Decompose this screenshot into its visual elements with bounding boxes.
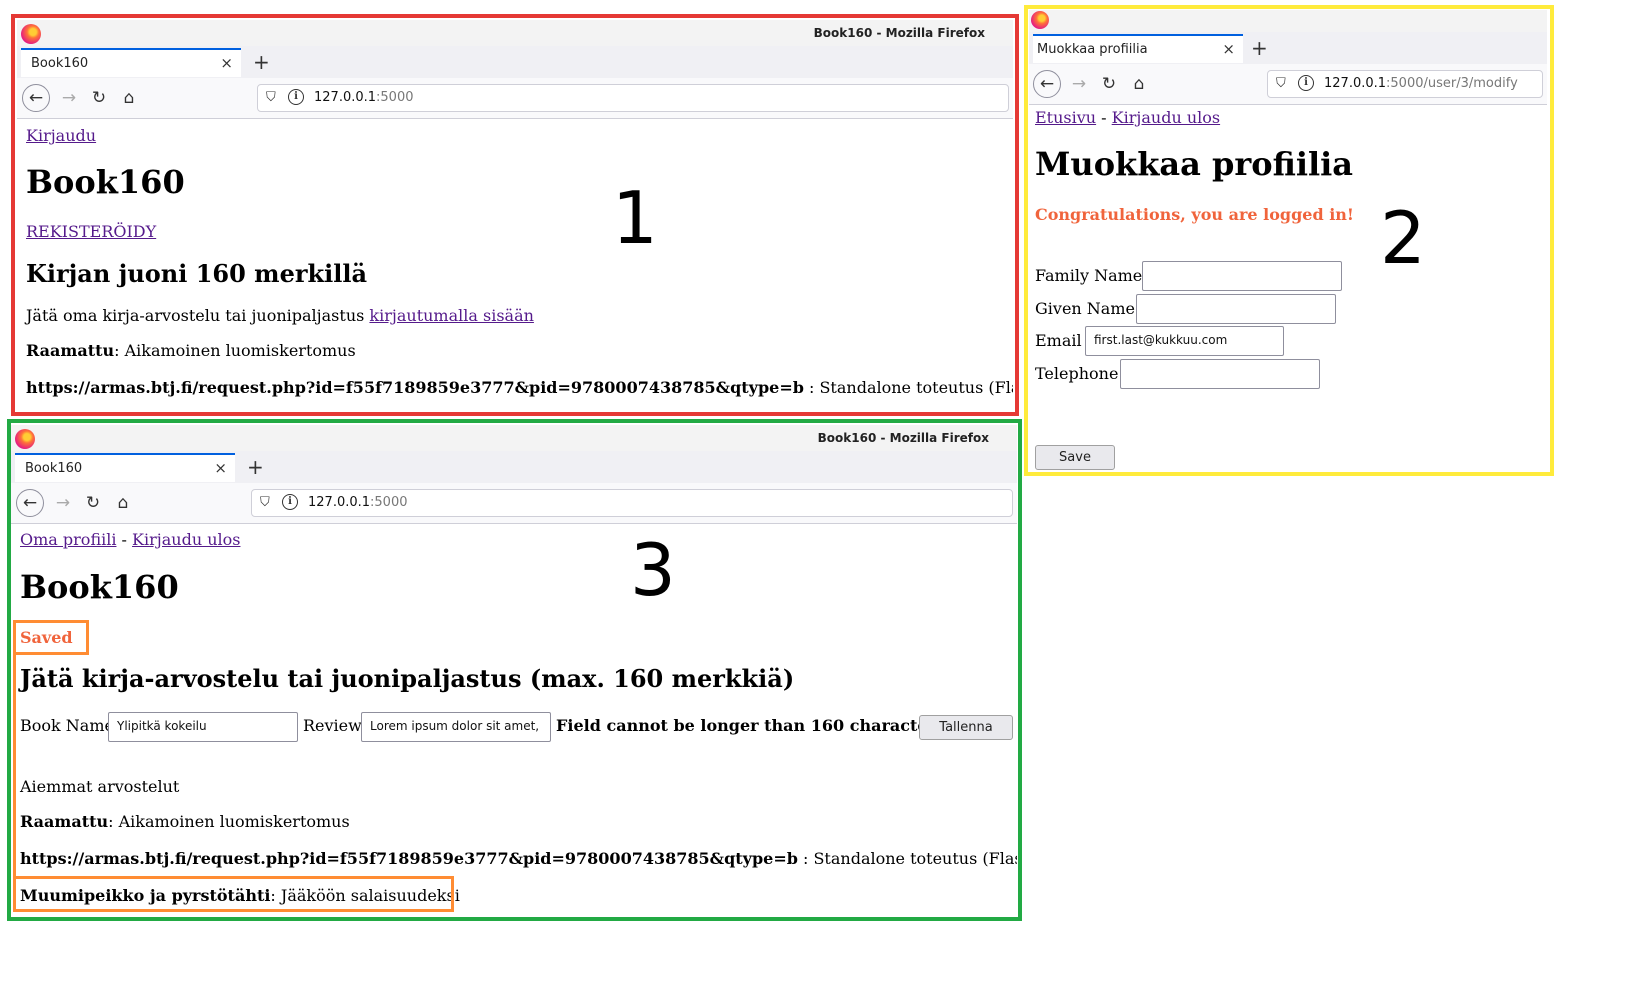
page-content: Kirjaudu Book160 REKISTERÖIDY Kirjan juo… — [17, 119, 1013, 412]
tab-label: Book160 — [31, 56, 89, 71]
home-icon[interactable]: ⌂ — [1125, 70, 1153, 98]
family-name-input[interactable] — [1142, 261, 1342, 291]
tab-book160[interactable]: Book160 × — [21, 48, 241, 77]
panel-1-browser-window: Book160 - Mozilla Firefox Book160 × + ← … — [17, 20, 1013, 412]
titlebar — [1029, 10, 1547, 32]
email-input[interactable]: first.last@kukkuu.com — [1085, 326, 1284, 356]
profile-link[interactable]: Oma profiili — [20, 530, 116, 549]
home-icon[interactable]: ⌂ — [115, 84, 143, 112]
nav-toolbar: ← → ↻ ⌂ ⛉ i 127.0.0.1:5000/user/3/modify — [1029, 64, 1547, 105]
home-link[interactable]: Etusivu — [1035, 108, 1096, 127]
shield-icon: ⛉ — [1276, 76, 1286, 91]
panel-number-1: 1 — [612, 176, 658, 260]
login-link[interactable]: Kirjaudu — [26, 126, 96, 145]
review-item: https://armas.btj.fi/request.php?id=f55f… — [26, 378, 1013, 397]
book-name-label: Book Name — [20, 716, 114, 735]
window-title: Book160 - Mozilla Firefox — [817, 431, 989, 445]
logout-link[interactable]: Kirjaudu ulos — [132, 530, 240, 549]
book-name-input[interactable]: Ylipitkä kokeilu — [108, 712, 298, 742]
back-arrow-icon[interactable]: ← — [22, 84, 50, 112]
titlebar: Book160 - Mozilla Firefox — [11, 425, 1017, 451]
panel-number-3: 3 — [630, 528, 676, 612]
new-tab-icon[interactable]: + — [1251, 36, 1268, 60]
tab-strip: Muokkaa profiilia × + — [1029, 32, 1547, 65]
highlight-box-form — [13, 652, 16, 878]
page-content: Etusivu - Kirjaudu ulos Muokkaa profiili… — [1029, 105, 1547, 471]
info-icon[interactable]: i — [288, 89, 304, 105]
tab-book160[interactable]: Book160 × — [15, 453, 235, 482]
close-tab-icon[interactable]: × — [1222, 40, 1235, 58]
field-error-message: Field cannot be longer than 160 characte… — [556, 716, 951, 735]
page-title: Muokkaa profiilia — [1035, 145, 1354, 183]
panel-2-browser-window: Muokkaa profiilia × + ← → ↻ ⌂ ⛉ i 127.0.… — [1029, 10, 1547, 471]
close-tab-icon[interactable]: × — [220, 54, 233, 72]
new-tab-icon[interactable]: + — [253, 50, 270, 74]
telephone-input[interactable] — [1120, 359, 1320, 389]
given-name-input[interactable] — [1136, 294, 1336, 324]
highlight-box-new-review — [13, 876, 454, 912]
tab-strip: Book160 × + — [11, 451, 1017, 484]
close-tab-icon[interactable]: × — [214, 459, 227, 477]
tab-label: Muokkaa profiilia — [1037, 42, 1148, 57]
review-label: Review — [303, 716, 362, 735]
back-arrow-icon[interactable]: ← — [16, 489, 44, 517]
flash-message: Congratulations, you are logged in! — [1035, 205, 1354, 224]
new-tab-icon[interactable]: + — [247, 455, 264, 479]
tab-strip: Book160 × + — [17, 46, 1013, 79]
panel-number-2: 2 — [1380, 196, 1426, 280]
review-item: Raamattu: Aikamoinen luomiskertomus — [26, 341, 356, 360]
firefox-logo-icon — [1031, 11, 1049, 29]
nav-toolbar: ← → ↻ ⌂ ⛉ i 127.0.0.1:5000 — [17, 78, 1013, 119]
page-content: Oma profiili - Kirjaudu ulos Book160 Sav… — [11, 524, 1017, 917]
titlebar: Book160 - Mozilla Firefox — [17, 20, 1013, 46]
top-nav: Etusivu - Kirjaudu ulos — [1035, 108, 1221, 127]
previous-reviews-label: Aiemmat arvostelut — [20, 777, 180, 796]
page-title: Book160 — [26, 163, 185, 201]
register-link[interactable]: REKISTERÖIDY — [26, 222, 156, 241]
telephone-label: Telephone — [1035, 364, 1119, 383]
info-icon[interactable]: i — [1298, 75, 1314, 91]
url-bar[interactable]: ⛉ i 127.0.0.1:5000 — [257, 84, 1009, 112]
tab-muokkaa-profiilia[interactable]: Muokkaa profiilia × — [1033, 34, 1243, 63]
reload-icon[interactable]: ↻ — [79, 489, 107, 517]
info-icon[interactable]: i — [282, 494, 298, 510]
home-icon[interactable]: ⌂ — [109, 489, 137, 517]
submit-button[interactable]: Tallenna — [919, 715, 1013, 740]
forward-arrow-icon[interactable]: → — [55, 84, 83, 112]
forward-arrow-icon[interactable]: → — [1065, 70, 1093, 98]
window-title: Book160 - Mozilla Firefox — [813, 26, 985, 40]
url-text: 127.0.0.1:5000/user/3/modify — [1324, 76, 1518, 91]
panel-3-browser-window: Book160 - Mozilla Firefox Book160 × + ← … — [11, 425, 1017, 917]
url-text: 127.0.0.1:5000 — [314, 90, 414, 105]
firefox-logo-icon — [15, 429, 35, 449]
highlight-box-saved — [13, 620, 89, 655]
intro-text: Jätä oma kirja-arvostelu tai juonipaljas… — [26, 306, 534, 325]
firefox-logo-icon — [21, 24, 41, 44]
nav-toolbar: ← → ↻ ⌂ ⛉ i 127.0.0.1:5000 — [11, 483, 1017, 524]
section-heading: Kirjan juoni 160 merkillä — [26, 259, 368, 288]
forward-arrow-icon[interactable]: → — [49, 489, 77, 517]
url-text: 127.0.0.1:5000 — [308, 495, 408, 510]
tab-label: Book160 — [25, 461, 83, 476]
logout-link[interactable]: Kirjaudu ulos — [1112, 108, 1220, 127]
page-title: Book160 — [20, 568, 179, 606]
review-item: https://armas.btj.fi/request.php?id=f55f… — [20, 849, 1017, 868]
family-name-label: Family Name — [1035, 266, 1143, 285]
shield-icon: ⛉ — [260, 495, 270, 510]
back-arrow-icon[interactable]: ← — [1033, 70, 1061, 98]
form-heading: Jätä kirja-arvostelu tai juonipaljastus … — [20, 664, 795, 693]
reload-icon[interactable]: ↻ — [1095, 70, 1123, 98]
reload-icon[interactable]: ↻ — [85, 84, 113, 112]
shield-icon: ⛉ — [266, 90, 276, 105]
url-bar[interactable]: ⛉ i 127.0.0.1:5000 — [251, 489, 1013, 517]
email-label: Email — [1035, 331, 1082, 350]
review-input[interactable]: Lorem ipsum dolor sit amet, — [361, 712, 551, 742]
review-item: Raamattu: Aikamoinen luomiskertomus — [20, 812, 350, 831]
save-button[interactable]: Save — [1035, 445, 1115, 470]
url-bar[interactable]: ⛉ i 127.0.0.1:5000/user/3/modify — [1267, 70, 1543, 98]
login-inline-link[interactable]: kirjautumalla sisään — [369, 306, 534, 325]
given-name-label: Given Name — [1035, 299, 1135, 318]
top-nav: Oma profiili - Kirjaudu ulos — [20, 530, 241, 549]
